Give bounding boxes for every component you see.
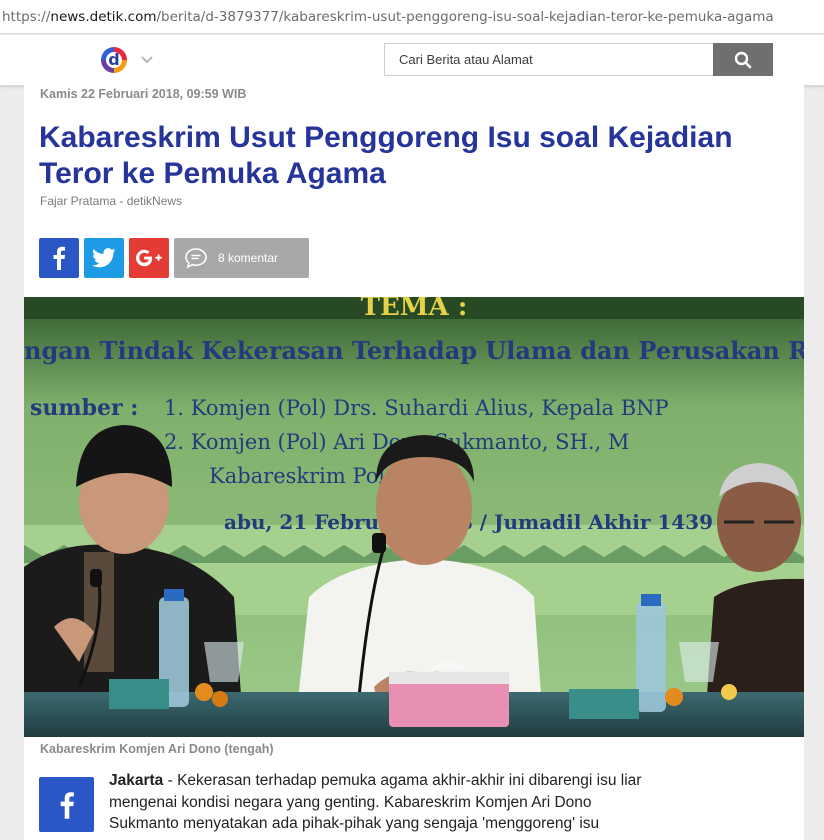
search-icon [734, 51, 752, 68]
search-input[interactable]: Cari Berita atau Alamat [384, 43, 714, 76]
banner-line-1: ngan Tindak Kekerasan Terhadap Ulama dan… [24, 336, 804, 365]
article-lead-paragraph: Jakarta - Kekerasan terhadap pemuka agam… [109, 770, 649, 835]
lead-city: Jakarta [109, 772, 164, 789]
comments-button[interactable]: 8 komentar [174, 238, 309, 278]
banner-heading: TEMA : [361, 297, 468, 322]
chevron-down-icon[interactable] [140, 52, 154, 66]
lead-text: - Kekerasan terhadap pemuka agama akhir-… [109, 772, 642, 832]
comment-bubble-icon [185, 248, 207, 269]
twitter-icon [92, 248, 116, 268]
sticky-facebook-share-button[interactable] [39, 777, 94, 832]
share-twitter-button[interactable] [84, 238, 124, 278]
photo-scene: TEMA : ngan Tindak Kekerasan Terhadap Ul… [24, 297, 804, 737]
banner-line-5: abu, 21 Februari 2018 / Jumadil Akhir 14… [224, 510, 739, 534]
share-googleplus-button[interactable] [129, 238, 169, 278]
share-facebook-button[interactable] [39, 238, 79, 278]
facebook-icon [60, 791, 74, 819]
logo-letter: d [108, 50, 120, 69]
article-date: Kamis 22 Februari 2018, 09:59 WIB [40, 87, 247, 101]
search-button[interactable] [713, 43, 773, 76]
facebook-icon [53, 246, 65, 270]
site-header: d Cari Berita atau Alamat [0, 35, 824, 85]
address-bar[interactable]: https://news.detik.com/berita/d-3879377/… [0, 0, 824, 34]
url-host: news.detik.com [50, 9, 157, 25]
water-bottle-right [636, 594, 666, 712]
banner-line-2-label: sumber : [30, 395, 138, 421]
article-title: Kabareskrim Usut Penggoreng Isu soal Kej… [39, 121, 733, 190]
photo-caption: Kabareskrim Komjen Ari Dono (tengah) [40, 742, 274, 756]
url-path: /berita/d-3879377/kabareskrim-usut-pengg… [156, 9, 774, 25]
article-author: Fajar Pratama - detikNews [40, 194, 183, 208]
google-plus-icon [136, 249, 162, 267]
banner-line-4: Kabareskrim Polri [209, 464, 402, 488]
url-scheme: https:// [2, 9, 51, 25]
comments-count-label: 8 komentar [218, 251, 279, 265]
article-photo[interactable]: TEMA : ngan Tindak Kekerasan Terhadap Ul… [24, 297, 804, 737]
article: Kamis 22 Februari 2018, 09:59 WIB Kabare… [24, 85, 804, 840]
detik-logo[interactable]: d [101, 47, 127, 73]
banner-line-2: 1. Komjen (Pol) Drs. Suhardi Alius, Kepa… [164, 396, 669, 420]
